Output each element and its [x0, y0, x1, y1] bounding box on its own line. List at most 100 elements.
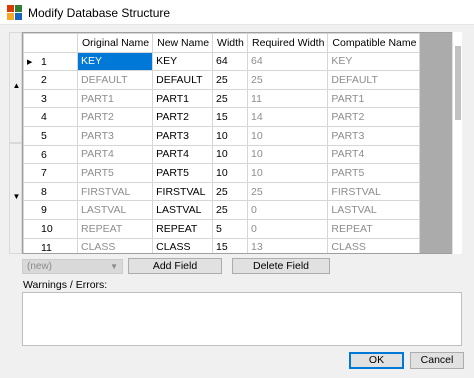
row-header[interactable]: 9 — [23, 200, 78, 220]
original-name-cell[interactable]: FIRSTVAL — [76, 181, 154, 202]
width-cell[interactable]: 15 — [212, 107, 249, 127]
row-header[interactable]: 8 — [23, 181, 78, 202]
new-name-cell[interactable]: REPEAT — [152, 218, 214, 239]
compatible-name-cell[interactable]: REPEAT — [327, 218, 421, 239]
required-width-cell[interactable]: 25 — [247, 181, 329, 202]
original-name-cell[interactable]: LASTVAL — [76, 200, 154, 220]
original-name-cell[interactable]: DEFAULT — [76, 70, 154, 90]
compatible-name-cell[interactable]: FIRSTVAL — [327, 181, 421, 202]
warnings-textbox[interactable] — [22, 292, 462, 346]
row-number: 11 — [41, 241, 52, 254]
original-name-cell[interactable]: PART4 — [76, 144, 154, 165]
width-cell[interactable]: 25 — [212, 181, 249, 202]
compatible-name-cell[interactable]: PART5 — [327, 163, 421, 183]
row-header[interactable]: 7 — [23, 163, 78, 183]
window-title: Modify Database Structure — [28, 6, 171, 20]
col-header-required-width[interactable]: Required Width — [247, 33, 329, 53]
table-row[interactable]: 8 FIRSTVAL FIRSTVAL 25 25 FIRSTVAL — [23, 181, 421, 202]
row-header[interactable]: 5 — [23, 125, 78, 146]
col-header-width[interactable]: Width — [212, 33, 249, 53]
original-name-cell[interactable]: REPEAT — [76, 218, 154, 239]
compatible-name-cell[interactable]: PART3 — [327, 125, 421, 146]
table-row[interactable]: 7 PART5 PART5 10 10 PART5 — [23, 163, 421, 183]
required-width-cell[interactable]: 25 — [247, 70, 329, 90]
row-header[interactable]: 11 — [23, 237, 78, 254]
compatible-name-cell[interactable]: PART4 — [327, 144, 421, 165]
required-width-cell[interactable]: 13 — [247, 237, 329, 253]
new-name-cell[interactable]: PART5 — [152, 163, 214, 183]
field-type-select[interactable]: (new) ▼ — [22, 259, 123, 274]
app-grid-icon — [7, 5, 22, 20]
width-cell[interactable]: 10 — [212, 144, 249, 165]
row-header[interactable]: 2 — [23, 70, 78, 90]
width-cell[interactable]: 10 — [212, 163, 249, 183]
required-width-cell[interactable]: 11 — [247, 88, 329, 109]
table-row[interactable]: 10 REPEAT REPEAT 5 0 REPEAT — [23, 218, 421, 239]
delete-field-button[interactable]: Delete Field — [232, 258, 330, 274]
original-name-cell[interactable]: KEY — [76, 51, 154, 72]
required-width-cell[interactable]: 10 — [247, 125, 329, 146]
table-row[interactable]: 4 PART2 PART2 15 14 PART2 — [23, 107, 421, 127]
new-name-cell[interactable]: KEY — [152, 51, 214, 72]
width-cell[interactable]: 25 — [212, 200, 249, 220]
width-cell[interactable]: 64 — [212, 51, 249, 72]
compatible-name-cell[interactable]: PART2 — [327, 107, 421, 127]
required-width-cell[interactable]: 14 — [247, 107, 329, 127]
compatible-name-cell[interactable]: KEY — [327, 51, 421, 72]
row-number: 6 — [41, 148, 47, 161]
grid-vertical-scrollbar[interactable] — [452, 32, 462, 254]
row-header[interactable]: ▶ 1 — [23, 51, 78, 72]
row-header[interactable]: 3 — [23, 88, 78, 109]
scrollbar-thumb[interactable] — [455, 46, 461, 120]
field-type-select-value: (new) — [27, 261, 53, 272]
required-width-cell[interactable]: 10 — [247, 144, 329, 165]
original-name-cell[interactable]: PART2 — [76, 107, 154, 127]
row-number: 1 — [41, 55, 47, 68]
compatible-name-cell[interactable]: CLASS — [327, 237, 421, 253]
new-name-cell[interactable]: FIRSTVAL — [152, 181, 214, 202]
row-header[interactable]: 4 — [23, 107, 78, 127]
original-name-cell[interactable]: PART5 — [76, 163, 154, 183]
new-name-cell[interactable]: PART1 — [152, 88, 214, 109]
col-header-new-name[interactable]: New Name — [152, 33, 214, 53]
required-width-cell[interactable]: 0 — [247, 218, 329, 239]
original-name-cell[interactable]: CLASS — [76, 237, 154, 253]
new-name-cell[interactable]: PART2 — [152, 107, 214, 127]
width-cell[interactable]: 25 — [212, 70, 249, 90]
required-width-cell[interactable]: 0 — [247, 200, 329, 220]
move-row-down-button[interactable]: ▼ — [9, 143, 22, 254]
new-name-cell[interactable]: CLASS — [152, 237, 214, 253]
compatible-name-cell[interactable]: DEFAULT — [327, 70, 421, 90]
width-cell[interactable]: 5 — [212, 218, 249, 239]
ok-button[interactable]: OK — [349, 352, 404, 369]
required-width-cell[interactable]: 10 — [247, 163, 329, 183]
new-name-cell[interactable]: DEFAULT — [152, 70, 214, 90]
row-header[interactable]: 6 — [23, 144, 78, 165]
compatible-name-cell[interactable]: LASTVAL — [327, 200, 421, 220]
table-row[interactable]: 9 LASTVAL LASTVAL 25 0 LASTVAL — [23, 200, 421, 220]
new-name-cell[interactable]: PART3 — [152, 125, 214, 146]
table-row[interactable]: 6 PART4 PART4 10 10 PART4 — [23, 144, 421, 165]
width-cell[interactable]: 15 — [212, 237, 249, 253]
col-header-original-name[interactable]: Original Name — [76, 33, 154, 53]
col-header-compatible-name[interactable]: Compatible Name — [327, 33, 421, 53]
table-row[interactable]: 3 PART1 PART1 25 11 PART1 — [23, 88, 421, 109]
row-number: 3 — [41, 92, 47, 105]
table-row[interactable]: 2 DEFAULT DEFAULT 25 25 DEFAULT — [23, 70, 421, 90]
width-cell[interactable]: 10 — [212, 125, 249, 146]
compatible-name-cell[interactable]: PART1 — [327, 88, 421, 109]
original-name-cell[interactable]: PART1 — [76, 88, 154, 109]
row-header[interactable]: 10 — [23, 218, 78, 239]
required-width-cell[interactable]: 64 — [247, 51, 329, 72]
row-pointer-icon: ▶ — [27, 58, 33, 66]
table-row[interactable]: ▶ 1 KEY KEY 64 64 KEY — [23, 51, 421, 72]
cancel-button[interactable]: Cancel — [410, 352, 464, 369]
move-row-up-button[interactable]: ▲ — [9, 32, 22, 143]
width-cell[interactable]: 25 — [212, 88, 249, 109]
add-field-button[interactable]: Add Field — [128, 258, 222, 274]
original-name-cell[interactable]: PART3 — [76, 125, 154, 146]
table-row[interactable]: 11 CLASS CLASS 15 13 CLASS — [23, 237, 421, 254]
new-name-cell[interactable]: LASTVAL — [152, 200, 214, 220]
table-row[interactable]: 5 PART3 PART3 10 10 PART3 — [23, 125, 421, 146]
new-name-cell[interactable]: PART4 — [152, 144, 214, 165]
